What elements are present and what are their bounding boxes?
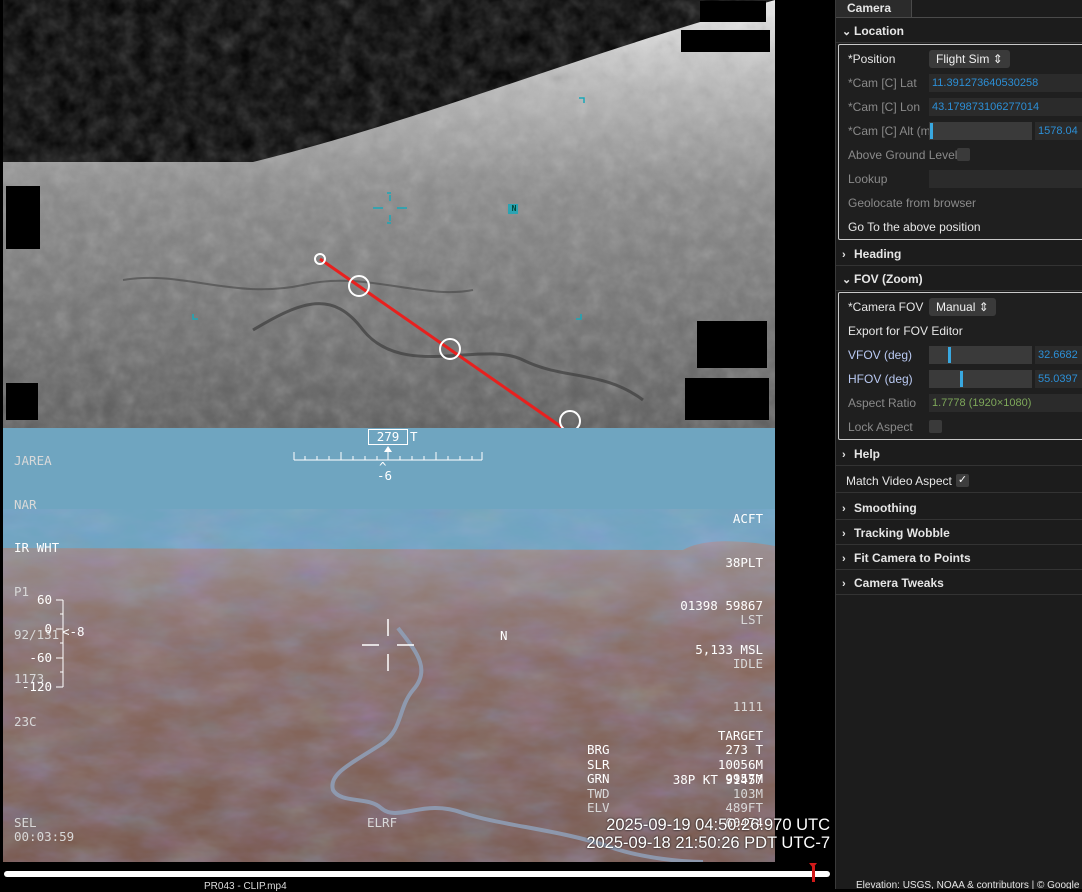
local-timestamp: 2025-09-18 21:50:26 PDT UTC-7	[586, 834, 830, 852]
camera-fov-row: *Camera FOV Manual ⇕	[839, 295, 1082, 319]
lat-field[interactable]: 11.391273640530258	[929, 74, 1082, 92]
lock-aspect-checkbox[interactable]	[929, 420, 942, 433]
lat-row: *Cam [C] Lat 11.391273640530258	[839, 71, 1082, 95]
timeline-track[interactable]	[4, 871, 830, 877]
match-video-aspect-checkbox[interactable]: ✓	[956, 474, 969, 487]
readout-brg: BRG 273 T	[587, 742, 763, 757]
hfov-field[interactable]: 55.0397	[1035, 370, 1082, 388]
chevron-right-icon: ›	[842, 528, 846, 540]
lon-field[interactable]: 43.179873106277014	[929, 98, 1082, 116]
chevron-right-icon: ›	[842, 449, 846, 461]
map-attribution: Elevation: USGS, NOAA & contributors | ©…	[856, 880, 1080, 889]
lookup-row: Lookup	[839, 167, 1082, 191]
fov-group: *Camera FOV Manual ⇕ Export for FOV Edit…	[838, 292, 1082, 440]
chevron-down-icon: ⌄	[842, 26, 852, 38]
lock-aspect-row: Lock Aspect	[839, 415, 1082, 439]
heading-value: 279	[376, 429, 400, 444]
ir-north-label: N	[511, 204, 517, 213]
timeline-bar: PR043 - CLIP.mp4	[0, 862, 835, 892]
clip-name: PR043 - CLIP.mp4	[204, 881, 287, 892]
vfov-slider[interactable]	[929, 346, 1032, 364]
hfov-slider[interactable]	[929, 370, 1032, 388]
lon-row: *Cam [C] Lon 43.179873106277014	[839, 95, 1082, 119]
readout-twd: TWD 103M	[587, 785, 763, 801]
agl-checkbox[interactable]	[957, 148, 970, 161]
tab-divider	[836, 17, 1082, 18]
pitch-marker: <-8	[62, 624, 85, 639]
pitch-tick-60: 60	[36, 592, 52, 607]
aspect-field: 1.7778 (1920×1080)	[929, 394, 1082, 412]
ir-overlay	[192, 97, 585, 428]
section-fit-camera[interactable]: › Fit Camera to Points	[836, 546, 1082, 570]
readout-grn: GRN 9957M	[587, 771, 763, 786]
camera-panel: Camera ⌄ Location *Position Flight Sim ⇕ …	[835, 0, 1082, 889]
section-heading[interactable]: › Heading	[836, 242, 1082, 266]
sim-north-label: N	[500, 628, 508, 643]
section-smoothing[interactable]: › Smoothing	[836, 496, 1082, 520]
pitch-tick-0: 0	[44, 621, 52, 636]
alt-field[interactable]: 1578.04	[1035, 122, 1082, 140]
chevron-right-icon: ›	[842, 553, 846, 565]
reticle-icon	[373, 192, 407, 224]
hud-readouts: BRG 273 T SLR 10056M GRN 9957M TWD 103M ELV 4…	[587, 742, 763, 816]
heading-suffix: T	[410, 429, 418, 444]
section-location[interactable]: ⌄ Location	[836, 19, 1082, 43]
frame-corner-icon	[192, 314, 198, 320]
aspect-row: Aspect Ratio 1.7778 (1920×1080)	[839, 391, 1082, 415]
timeline-handle-tip-icon	[809, 863, 818, 868]
hud-elrf: ELRF	[367, 815, 398, 830]
frame-corner-icon	[576, 314, 582, 320]
section-fov[interactable]: ⌄ FOV (Zoom)	[836, 267, 1082, 291]
pitch-tick-neg120: -120	[21, 679, 52, 694]
crosshair-icon	[362, 619, 414, 671]
chevron-right-icon: ›	[842, 249, 846, 261]
section-tracking-wobble[interactable]: › Tracking Wobble	[836, 521, 1082, 545]
export-fov-button[interactable]: Export for FOV Editor	[839, 319, 1082, 343]
position-row: *Position Flight Sim ⇕	[839, 47, 1082, 71]
hud-elapsed: 00:03:59	[14, 829, 75, 844]
vfov-row: VFOV (deg) 32.6682	[839, 343, 1082, 367]
select-arrows-icon: ⇕	[992, 52, 1003, 66]
agl-row: Above Ground Level	[839, 143, 1082, 167]
utc-timestamp: 2025-09-19 04:50:26.970 UTC	[606, 816, 830, 834]
vfov-field[interactable]: 32.6682	[1035, 346, 1082, 364]
camera-fov-select[interactable]: Manual ⇕	[929, 298, 996, 316]
sim-3d-view[interactable]: 279 T ^ -6 JAREA NAR IR WHT P1 92/131 11…	[3, 428, 775, 862]
ir-video-view[interactable]: N	[3, 0, 775, 428]
heading-offset: -6	[377, 468, 393, 483]
tab-camera[interactable]: Camera	[836, 0, 912, 17]
position-select[interactable]: Flight Sim ⇕	[929, 50, 1010, 68]
location-group: *Position Flight Sim ⇕ *Cam [C] Lat 11.3…	[838, 44, 1082, 240]
chevron-right-icon: ›	[842, 503, 846, 515]
match-video-aspect-row: Match Video Aspect ✓	[836, 469, 1082, 493]
geolocate-button[interactable]: Geolocate from browser	[839, 191, 1082, 215]
track-point-marker	[559, 410, 581, 428]
frame-corner-icon	[579, 97, 585, 103]
alt-slider[interactable]	[929, 122, 1032, 140]
lookup-input[interactable]	[929, 170, 1082, 188]
readout-slr: SLR 10056M	[587, 756, 763, 772]
pitch-tick-neg60: -60	[29, 650, 52, 665]
heading-tape	[293, 446, 483, 461]
goto-position-button[interactable]: Go To the above position	[839, 215, 1082, 239]
section-camera-tweaks[interactable]: › Camera Tweaks	[836, 571, 1082, 595]
readout-elv: ELV 489FT	[587, 800, 763, 815]
timeline-handle[interactable]	[811, 866, 815, 882]
section-help[interactable]: › Help	[836, 442, 1082, 466]
chevron-right-icon: ›	[842, 578, 846, 590]
hfov-row: HFOV (deg) 55.0397	[839, 367, 1082, 391]
select-arrows-icon: ⇕	[978, 300, 989, 314]
chevron-down-icon: ⌄	[842, 274, 852, 286]
alt-row: *Cam [C] Alt (m) 1578.04	[839, 119, 1082, 143]
